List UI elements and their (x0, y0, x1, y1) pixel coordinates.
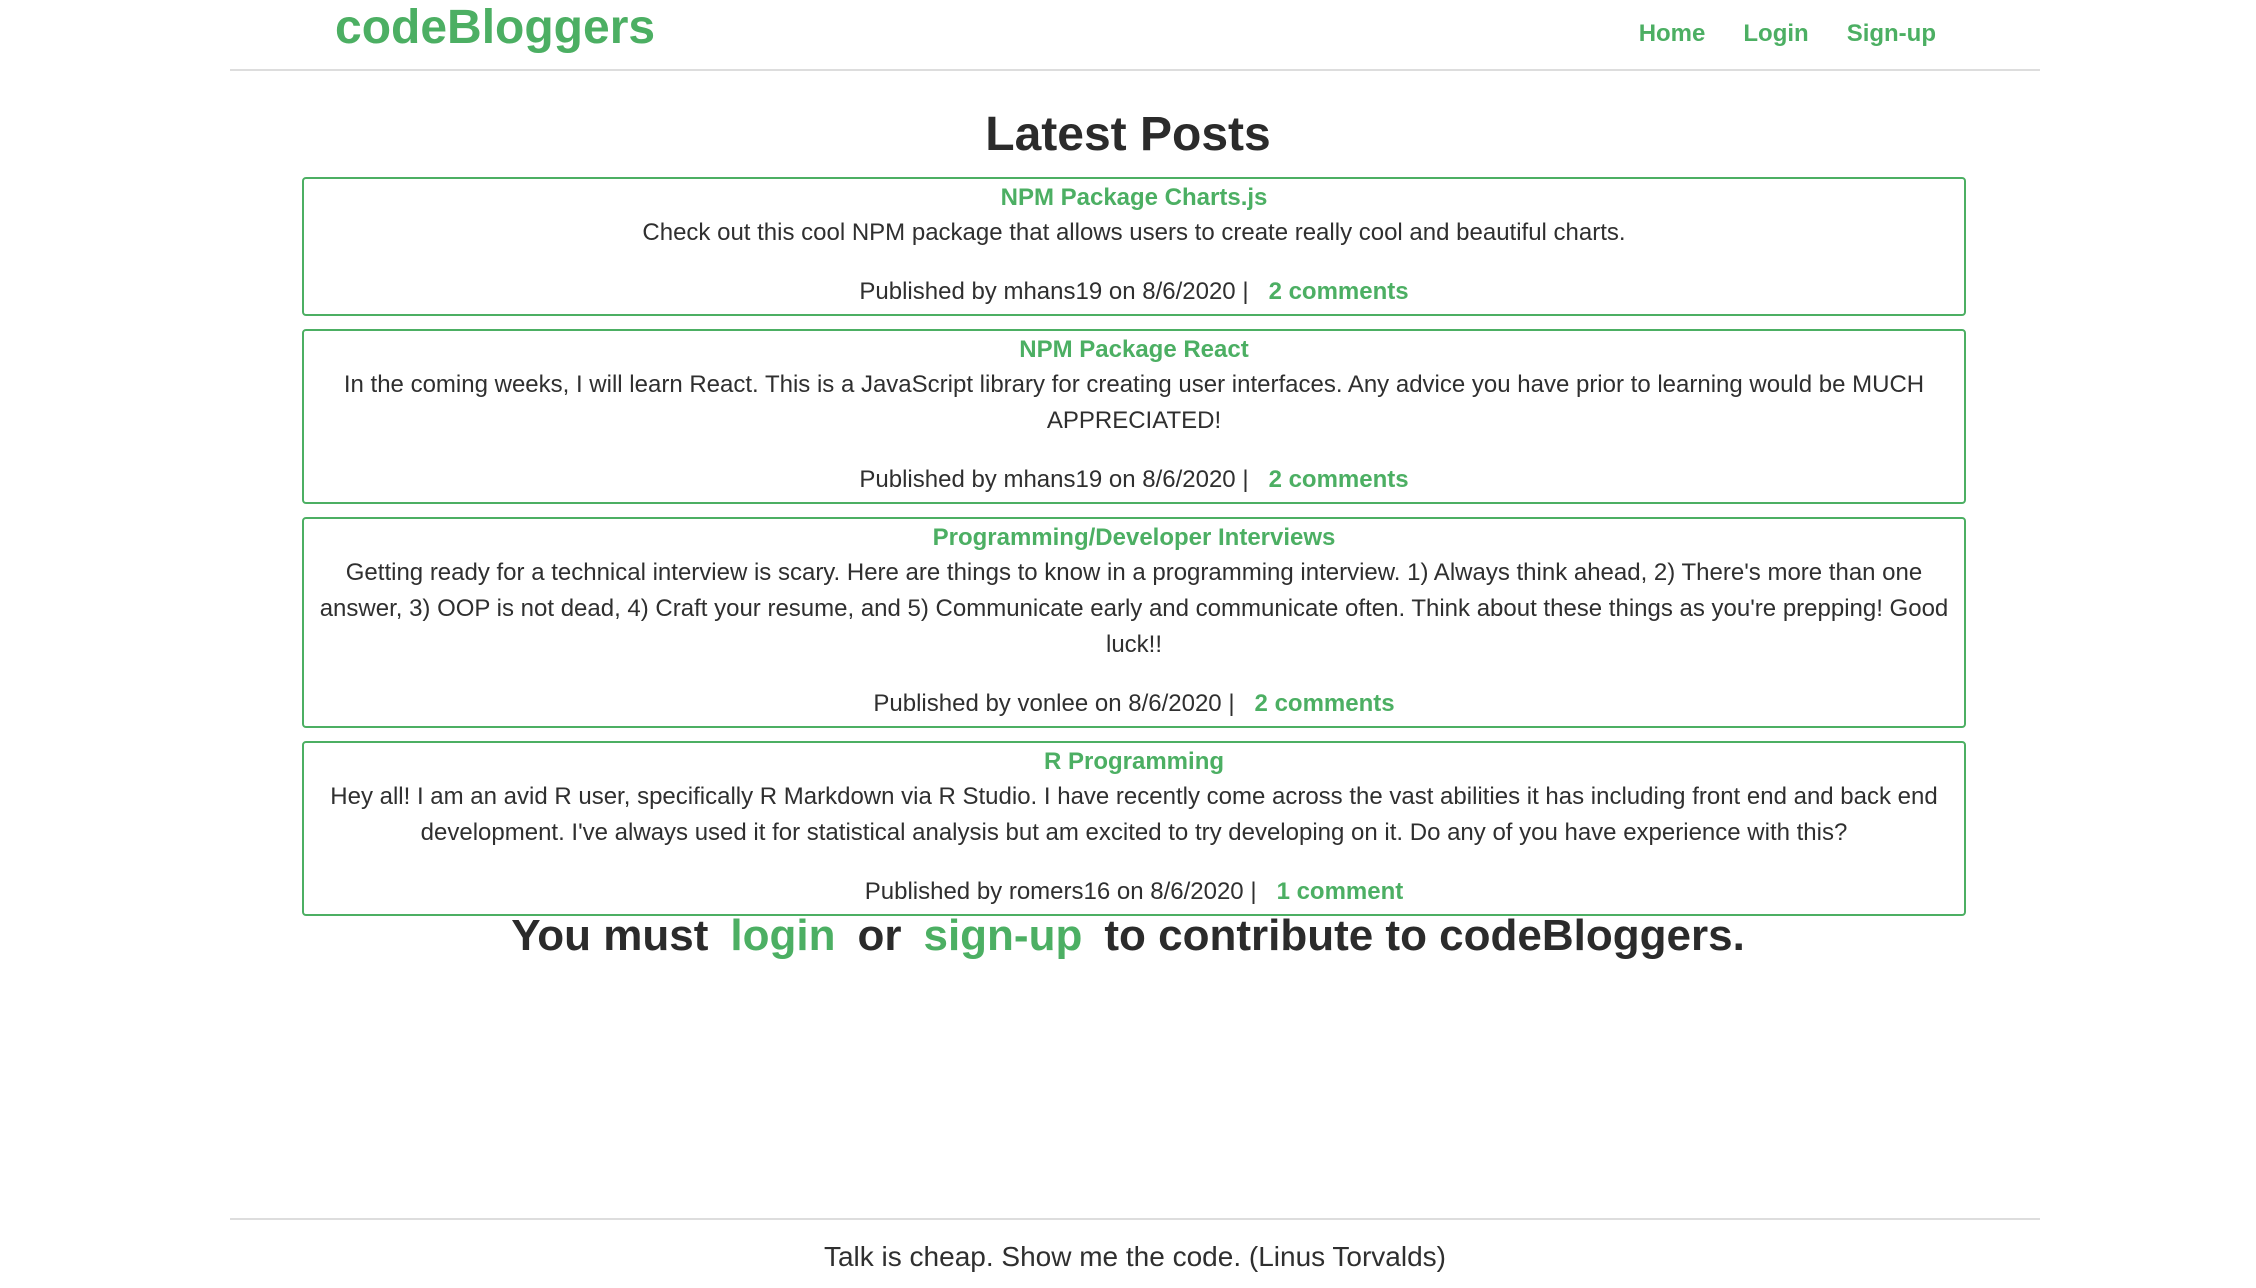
posts-list: NPM Package Charts.js Check out this coo… (302, 177, 1966, 929)
contribute-signup-link[interactable]: sign-up (923, 911, 1082, 960)
post-meta: Published by mhans19 on 8/6/2020 | 2 comm… (316, 462, 1952, 502)
post-comments-link[interactable]: 2 comments (1255, 690, 1395, 717)
post-title-link[interactable]: Programming/Developer Interviews (316, 521, 1952, 555)
post-published-info: Published by mhans19 on 8/6/2020 | (859, 278, 1249, 305)
nav-signup-link[interactable]: Sign-up (1847, 18, 1936, 50)
nav-login-link[interactable]: Login (1743, 18, 1808, 50)
contribute-prompt: You must login or sign-up to contribute to c… (0, 906, 2256, 966)
contribute-suffix: to contribute to codeBloggers. (1104, 911, 1745, 960)
contribute-login-link[interactable]: login (730, 911, 835, 960)
post-body: In the coming weeks, I will learn React.… (343, 371, 1925, 434)
post-title-link[interactable]: NPM Package React (316, 333, 1952, 367)
post-body: Hey all! I am an avid R user, specifical… (330, 783, 1938, 846)
post-title-link[interactable]: NPM Package Charts.js (316, 181, 1952, 215)
site-header: codeBloggers Home Login Sign-up (230, 0, 2040, 71)
post-body: Getting ready for a technical interview … (319, 559, 1949, 658)
post-title-link[interactable]: R Programming (316, 745, 1952, 779)
post-meta: Published by mhans19 on 8/6/2020 | 2 comm… (316, 274, 1952, 314)
site-footer: Talk is cheap. Show me the code. (Linus … (230, 1218, 2040, 1275)
post-comments-link[interactable]: 2 comments (1269, 278, 1409, 305)
post-comments-link[interactable]: 1 comment (1277, 878, 1404, 905)
post-comments-link[interactable]: 2 comments (1269, 466, 1409, 493)
page-title: Latest Posts (985, 108, 1271, 161)
post-body: Check out this cool NPM package that all… (642, 219, 1626, 246)
post-published-info: Published by mhans19 on 8/6/2020 | (859, 466, 1249, 493)
post-meta: Published by vonlee on 8/6/2020 | 2 comme… (316, 686, 1952, 726)
post-card: NPM Package Charts.js Check out this coo… (302, 177, 1966, 316)
post-card: Programming/Developer Interviews Getting… (302, 517, 1966, 728)
page: codeBloggers Home Login Sign-up Latest P… (0, 0, 2256, 1288)
post-card: R Programming Hey all! I am an avid R us… (302, 741, 1966, 916)
nav-home-link[interactable]: Home (1639, 18, 1706, 50)
contribute-or: or (857, 911, 902, 960)
post-published-info: Published by romers16 on 8/6/2020 | (864, 878, 1257, 905)
post-card: NPM Package React In the coming weeks, I… (302, 329, 1966, 504)
brand-logo-link[interactable]: codeBloggers (335, 0, 655, 56)
top-nav: Home Login Sign-up (1639, 18, 1936, 50)
post-published-info: Published by vonlee on 8/6/2020 | (873, 690, 1235, 717)
footer-quote: Talk is cheap. Show me the code. (Linus … (823, 1241, 1446, 1272)
contribute-prefix: You must (511, 911, 709, 960)
